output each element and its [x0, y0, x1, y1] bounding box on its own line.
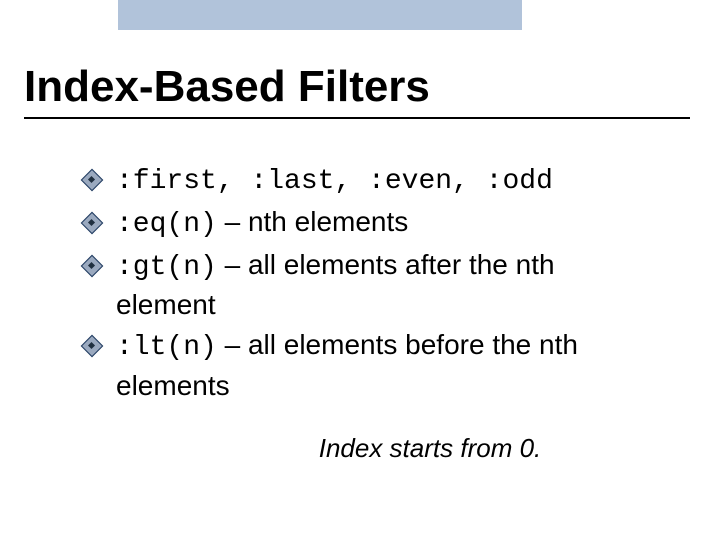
filter-code: :gt(n) — [116, 252, 217, 283]
footnote: Index starts from 0. — [80, 431, 660, 466]
list-item: :first, :last, :even, :odd — [80, 160, 660, 201]
filter-code: :first, :last, :even, :odd — [116, 166, 553, 197]
title-underline: Index-Based Filters — [24, 63, 690, 119]
filter-list: :first, :last, :even, :odd :eq(n) – nth … — [80, 160, 660, 405]
slide-body: :first, :last, :even, :odd :eq(n) – nth … — [80, 160, 660, 466]
filter-desc: – nth elements — [217, 206, 408, 237]
filter-code: :eq(n) — [116, 209, 217, 240]
list-item: :lt(n) – all elements before the nth ele… — [80, 326, 660, 405]
decorative-top-box — [117, 0, 523, 31]
list-item: :eq(n) – nth elements — [80, 203, 660, 244]
list-item: :gt(n) – all elements after the nth elem… — [80, 246, 660, 325]
slide: Index-Based Filters :first, :last, :even… — [0, 0, 720, 540]
slide-title: Index-Based Filters — [24, 63, 690, 111]
filter-code: :lt(n) — [116, 332, 217, 363]
